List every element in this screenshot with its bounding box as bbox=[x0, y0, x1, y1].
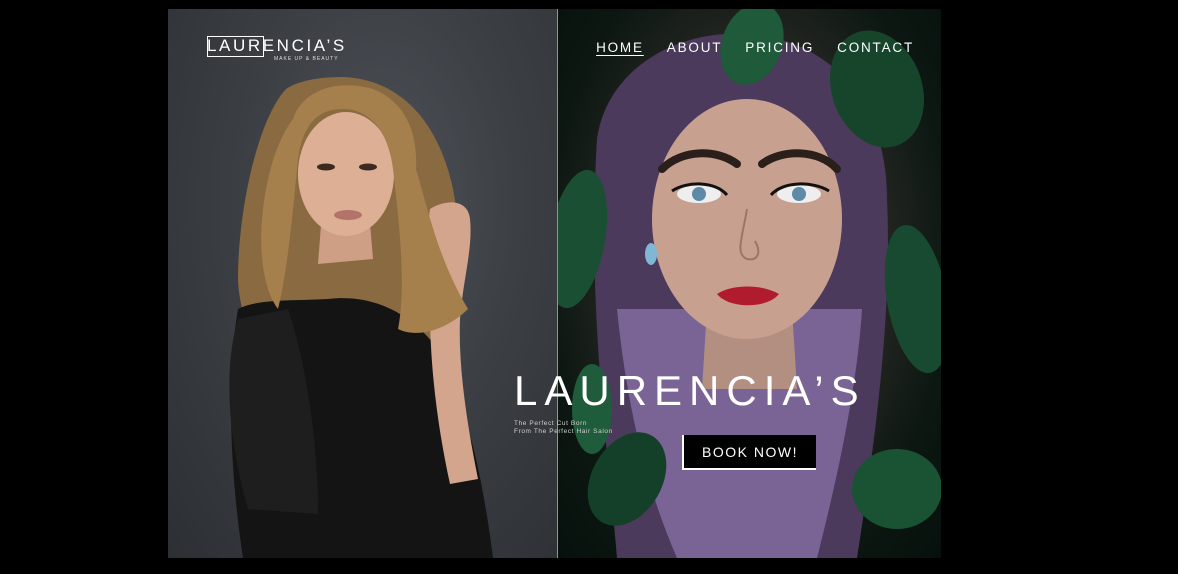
panel-divider bbox=[557, 9, 558, 558]
blonde-model-illustration bbox=[229, 77, 493, 558]
hero-section: LAURENCIA’S MAKE UP & BEAUTY HOME ABOUT … bbox=[168, 9, 941, 558]
hero-title: LAURENCIA’S bbox=[514, 367, 866, 414]
main-navigation: HOME ABOUT PRICING CONTACT bbox=[596, 40, 914, 55]
logo-frame bbox=[207, 36, 264, 57]
purple-hair-model-illustration bbox=[546, 9, 941, 558]
nav-about[interactable]: ABOUT bbox=[667, 40, 723, 55]
right-model-photo bbox=[546, 9, 941, 558]
left-model-photo bbox=[168, 9, 557, 558]
hero-tagline: The Perfect Cut Born From The Perfect Ha… bbox=[514, 420, 613, 436]
tagline-line-2: From The Perfect Hair Salon bbox=[514, 428, 613, 435]
brand-logo[interactable]: LAURENCIA’S MAKE UP & BEAUTY bbox=[207, 36, 347, 62]
nav-pricing[interactable]: PRICING bbox=[745, 40, 814, 55]
nav-home[interactable]: HOME bbox=[596, 40, 644, 55]
tagline-line-1: The Perfect Cut Born bbox=[514, 420, 588, 427]
book-now-button[interactable]: BOOK NOW! bbox=[682, 435, 816, 470]
logo-subtitle: MAKE UP & BEAUTY bbox=[274, 56, 339, 62]
nav-contact[interactable]: CONTACT bbox=[837, 40, 914, 55]
